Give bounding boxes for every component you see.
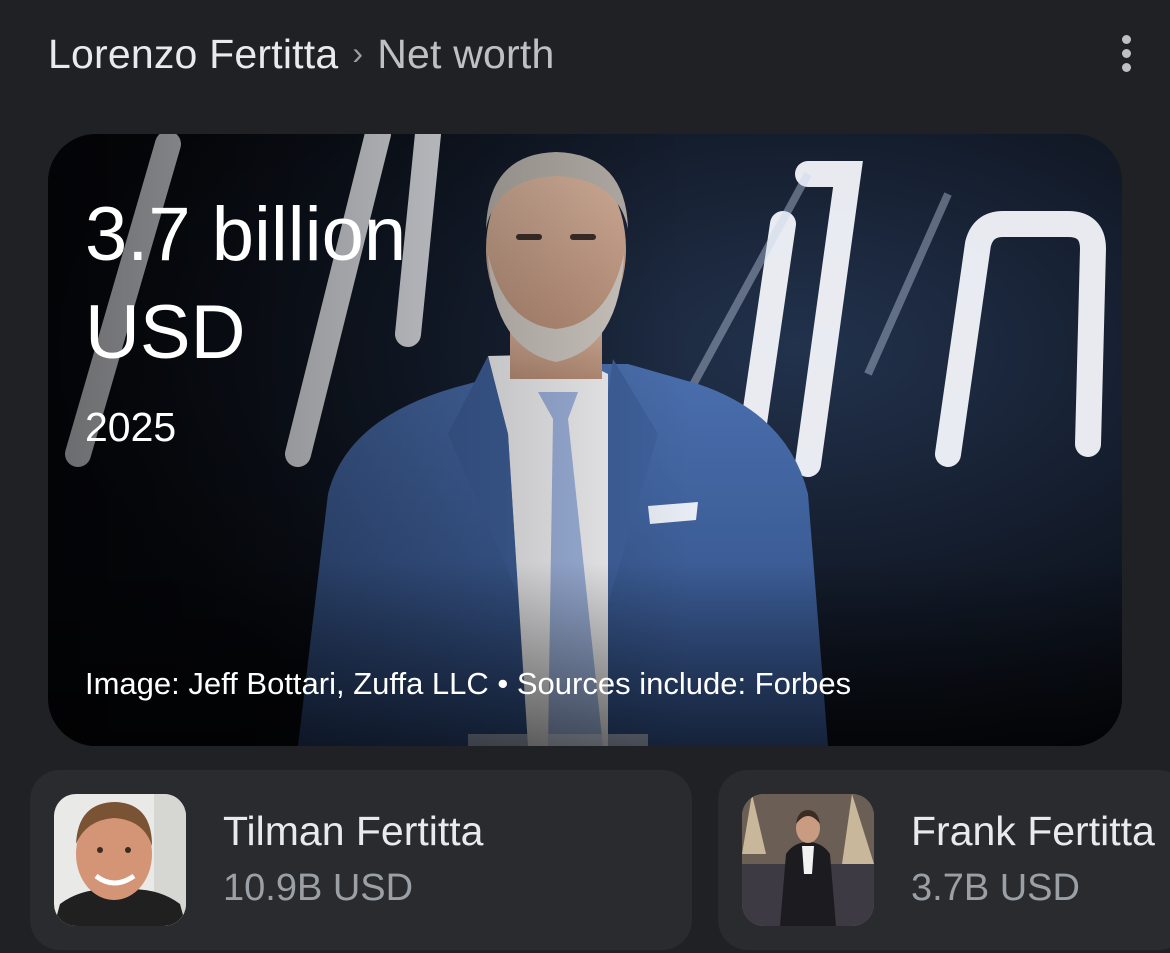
related-person-name: Frank Fertitta: [911, 808, 1155, 854]
related-person-name: Tilman Fertitta: [223, 808, 484, 854]
more-dot: [1121, 62, 1131, 72]
net-worth-hero-card[interactable]: 3.7 billion USD 2025 Image: Jeff Bottari…: [48, 134, 1122, 746]
net-worth-panel: Lorenzo Fertitta › Net worth 3.7 billion…: [0, 0, 1170, 953]
more-dot: [1121, 34, 1131, 44]
person-thumbnail: [54, 794, 186, 926]
breadcrumb-separator: ›: [352, 34, 364, 71]
person-photo: [54, 794, 186, 926]
net-worth-value: 3.7 billion USD: [85, 186, 525, 382]
person-thumbnail: [742, 794, 874, 926]
net-worth-currency: USD: [85, 290, 246, 375]
image-source-credit[interactable]: Image: Jeff Bottari, Zuffa LLC • Sources…: [85, 666, 851, 702]
related-person-net-worth: 10.9B USD: [223, 867, 414, 909]
related-person-card[interactable]: Tilman Fertitta 10.9B USD: [30, 770, 692, 950]
more-dot: [1121, 48, 1131, 58]
breadcrumb-root-link[interactable]: Lorenzo Fertitta: [48, 31, 338, 78]
related-person-net-worth: 3.7B USD: [911, 867, 1080, 909]
related-person-card[interactable]: Frank Fertitta 3.7B USD: [718, 770, 1170, 950]
person-photo: [742, 794, 874, 926]
net-worth-amount: 3.7 billion: [85, 192, 407, 277]
breadcrumb: Lorenzo Fertitta › Net worth: [48, 26, 554, 82]
net-worth-year: 2025: [85, 404, 177, 450]
breadcrumb-current: Net worth: [377, 30, 555, 77]
more-options-icon[interactable]: [1108, 30, 1144, 76]
